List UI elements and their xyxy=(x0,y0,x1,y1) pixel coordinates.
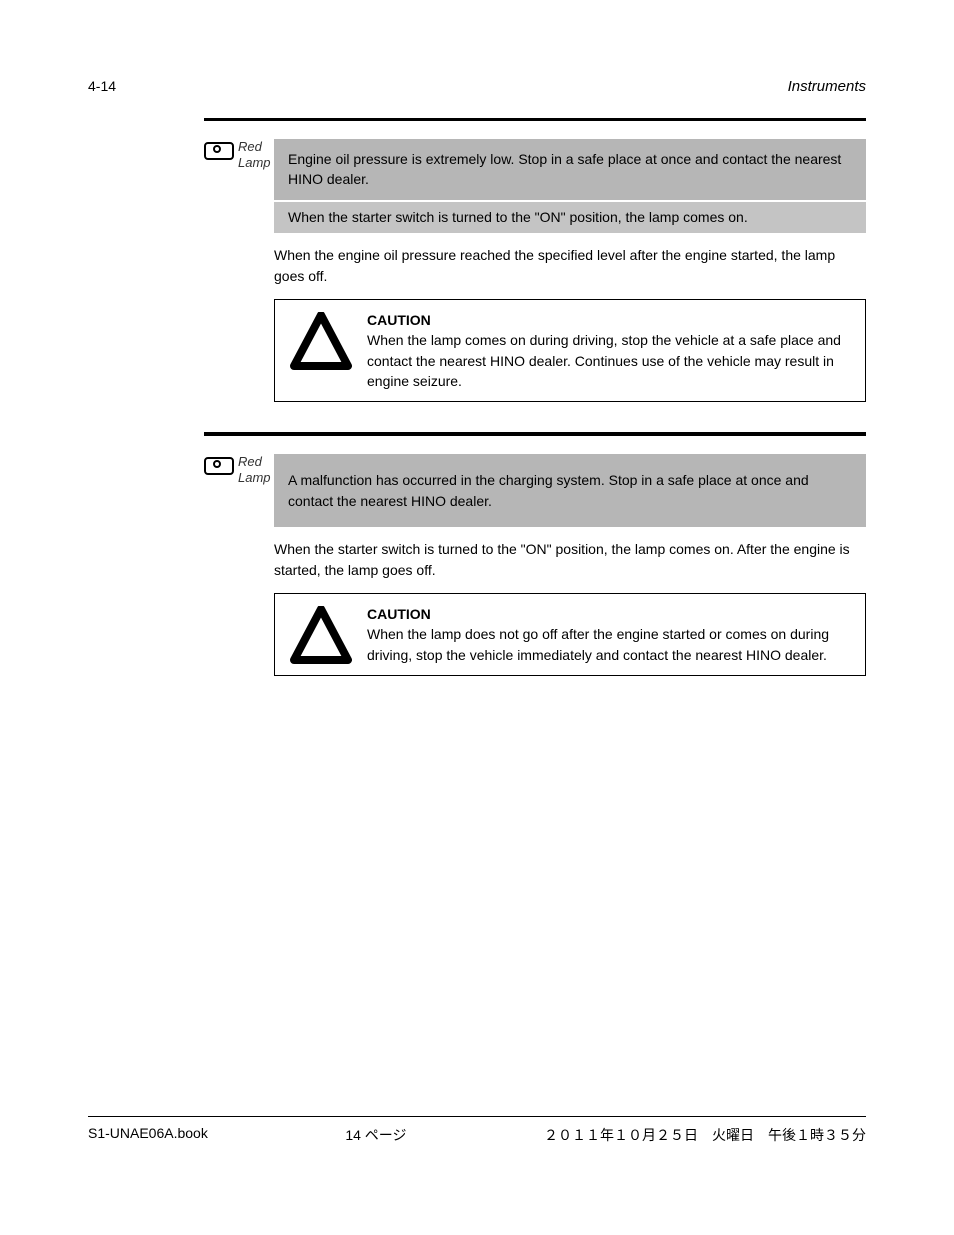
lamp-label: Red Lamp xyxy=(238,454,266,485)
caution-triangle-icon xyxy=(289,310,353,370)
caution-text: CAUTION When the lamp comes on during dr… xyxy=(367,310,851,391)
caution-title: CAUTION xyxy=(367,606,431,622)
lamp-icon xyxy=(204,457,234,475)
caution-title: CAUTION xyxy=(367,312,431,328)
footer-left: S1-UNAE06A.book xyxy=(88,1125,208,1145)
divider xyxy=(204,432,866,436)
footer-center: 14 ページ xyxy=(345,1125,406,1145)
footer-right: ２０１１年１０月２５日 火曜日 午後１時３５分 xyxy=(544,1125,866,1145)
description-text: When the starter switch is turned to the… xyxy=(274,539,866,581)
caution-box: CAUTION When the lamp comes on during dr… xyxy=(274,299,866,402)
lamp-icon xyxy=(204,142,234,160)
warning-text-primary: A malfunction has occurred in the chargi… xyxy=(274,454,866,527)
page-footer: S1-UNAE06A.book 14 ページ ２０１１年１０月２５日 火曜日 午… xyxy=(88,1116,866,1145)
warning-text-secondary: When the starter switch is turned to the… xyxy=(274,202,866,234)
caution-box: CAUTION When the lamp does not go off af… xyxy=(274,593,866,676)
warning-text-primary: Engine oil pressure is extremely low. St… xyxy=(274,139,866,200)
page-title: Instruments xyxy=(788,78,866,95)
caution-body: When the lamp comes on during driving, s… xyxy=(367,332,841,389)
caution-text: CAUTION When the lamp does not go off af… xyxy=(367,604,851,665)
caution-triangle-icon xyxy=(289,604,353,664)
divider xyxy=(204,118,866,121)
page-number: 4-14 xyxy=(88,78,116,94)
description-text: When the engine oil pressure reached the… xyxy=(274,245,866,287)
caution-body: When the lamp does not go off after the … xyxy=(367,626,829,662)
lamp-label: Red Lamp xyxy=(238,139,266,170)
